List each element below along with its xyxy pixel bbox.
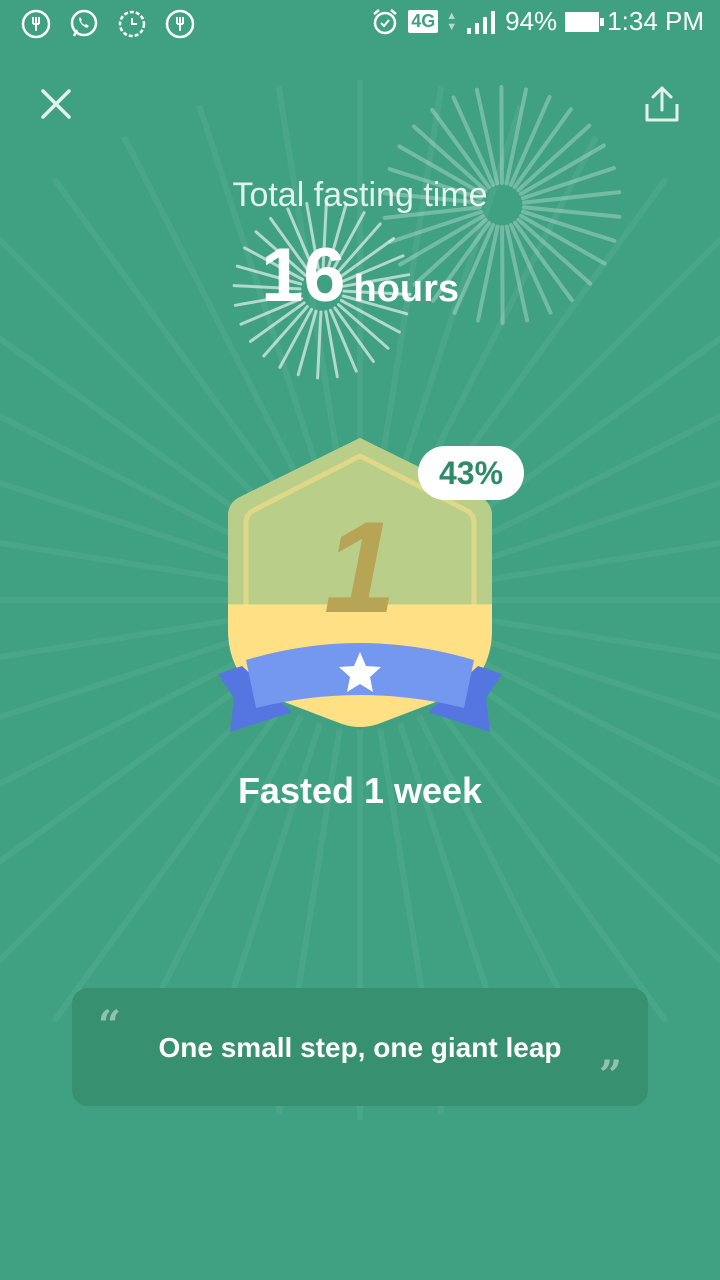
decorative-ray bbox=[0, 479, 238, 563]
achievement-title: Fasted 1 week bbox=[237, 770, 483, 811]
decorative-ray bbox=[504, 87, 528, 186]
battery-percent: 94% bbox=[505, 6, 558, 36]
decorative-ray bbox=[487, 617, 720, 661]
badge-number: 1 bbox=[324, 494, 396, 640]
decorative-ray bbox=[51, 703, 287, 1023]
quote-text: One small step, one giant leap bbox=[158, 1032, 562, 1063]
fork-notification-icon bbox=[21, 9, 51, 39]
decorative-ray bbox=[316, 310, 323, 380]
decorative-ray bbox=[0, 413, 246, 544]
signal-icon bbox=[467, 10, 496, 34]
share-button[interactable] bbox=[640, 82, 684, 126]
alarm-icon bbox=[373, 8, 397, 34]
decorative-ray bbox=[329, 308, 358, 373]
decorative-ray bbox=[499, 85, 504, 185]
data-arrows-icon: ▲ ▼ bbox=[446, 9, 458, 33]
network-type: 4G bbox=[408, 10, 439, 33]
whatsapp-icon bbox=[70, 9, 98, 37]
decorative-ray bbox=[487, 539, 720, 583]
decorative-ray bbox=[433, 703, 669, 1023]
timer-icon bbox=[118, 10, 146, 38]
fork-notification-icon bbox=[165, 9, 195, 39]
total-fasting-label: Total fasting time bbox=[232, 176, 488, 214]
close-quote-icon: ” bbox=[598, 1052, 622, 1099]
decorative-ray bbox=[474, 87, 500, 186]
decorative-ray bbox=[0, 617, 233, 661]
hours-value: 16 bbox=[260, 233, 346, 318]
decorative-ray bbox=[482, 637, 720, 721]
decorative-ray bbox=[296, 309, 318, 377]
clock: 1:34 PM bbox=[607, 6, 704, 36]
decorative-ray bbox=[451, 95, 495, 187]
total-fasting-time: 16 hours bbox=[0, 232, 720, 319]
progress-percent-badge: 43% bbox=[418, 446, 524, 500]
decorative-ray bbox=[508, 95, 552, 187]
battery-icon bbox=[565, 11, 605, 32]
hours-unit: hours bbox=[353, 268, 460, 310]
quote-card: “ One small step, one giant leap ” bbox=[72, 988, 648, 1106]
decorative-ray bbox=[0, 539, 233, 583]
decorative-ray bbox=[324, 310, 339, 379]
close-button[interactable] bbox=[34, 82, 78, 126]
status-bar: 4G ▲ ▼ 94% 1:34 PM bbox=[0, 0, 720, 50]
decorative-ray bbox=[0, 637, 238, 721]
